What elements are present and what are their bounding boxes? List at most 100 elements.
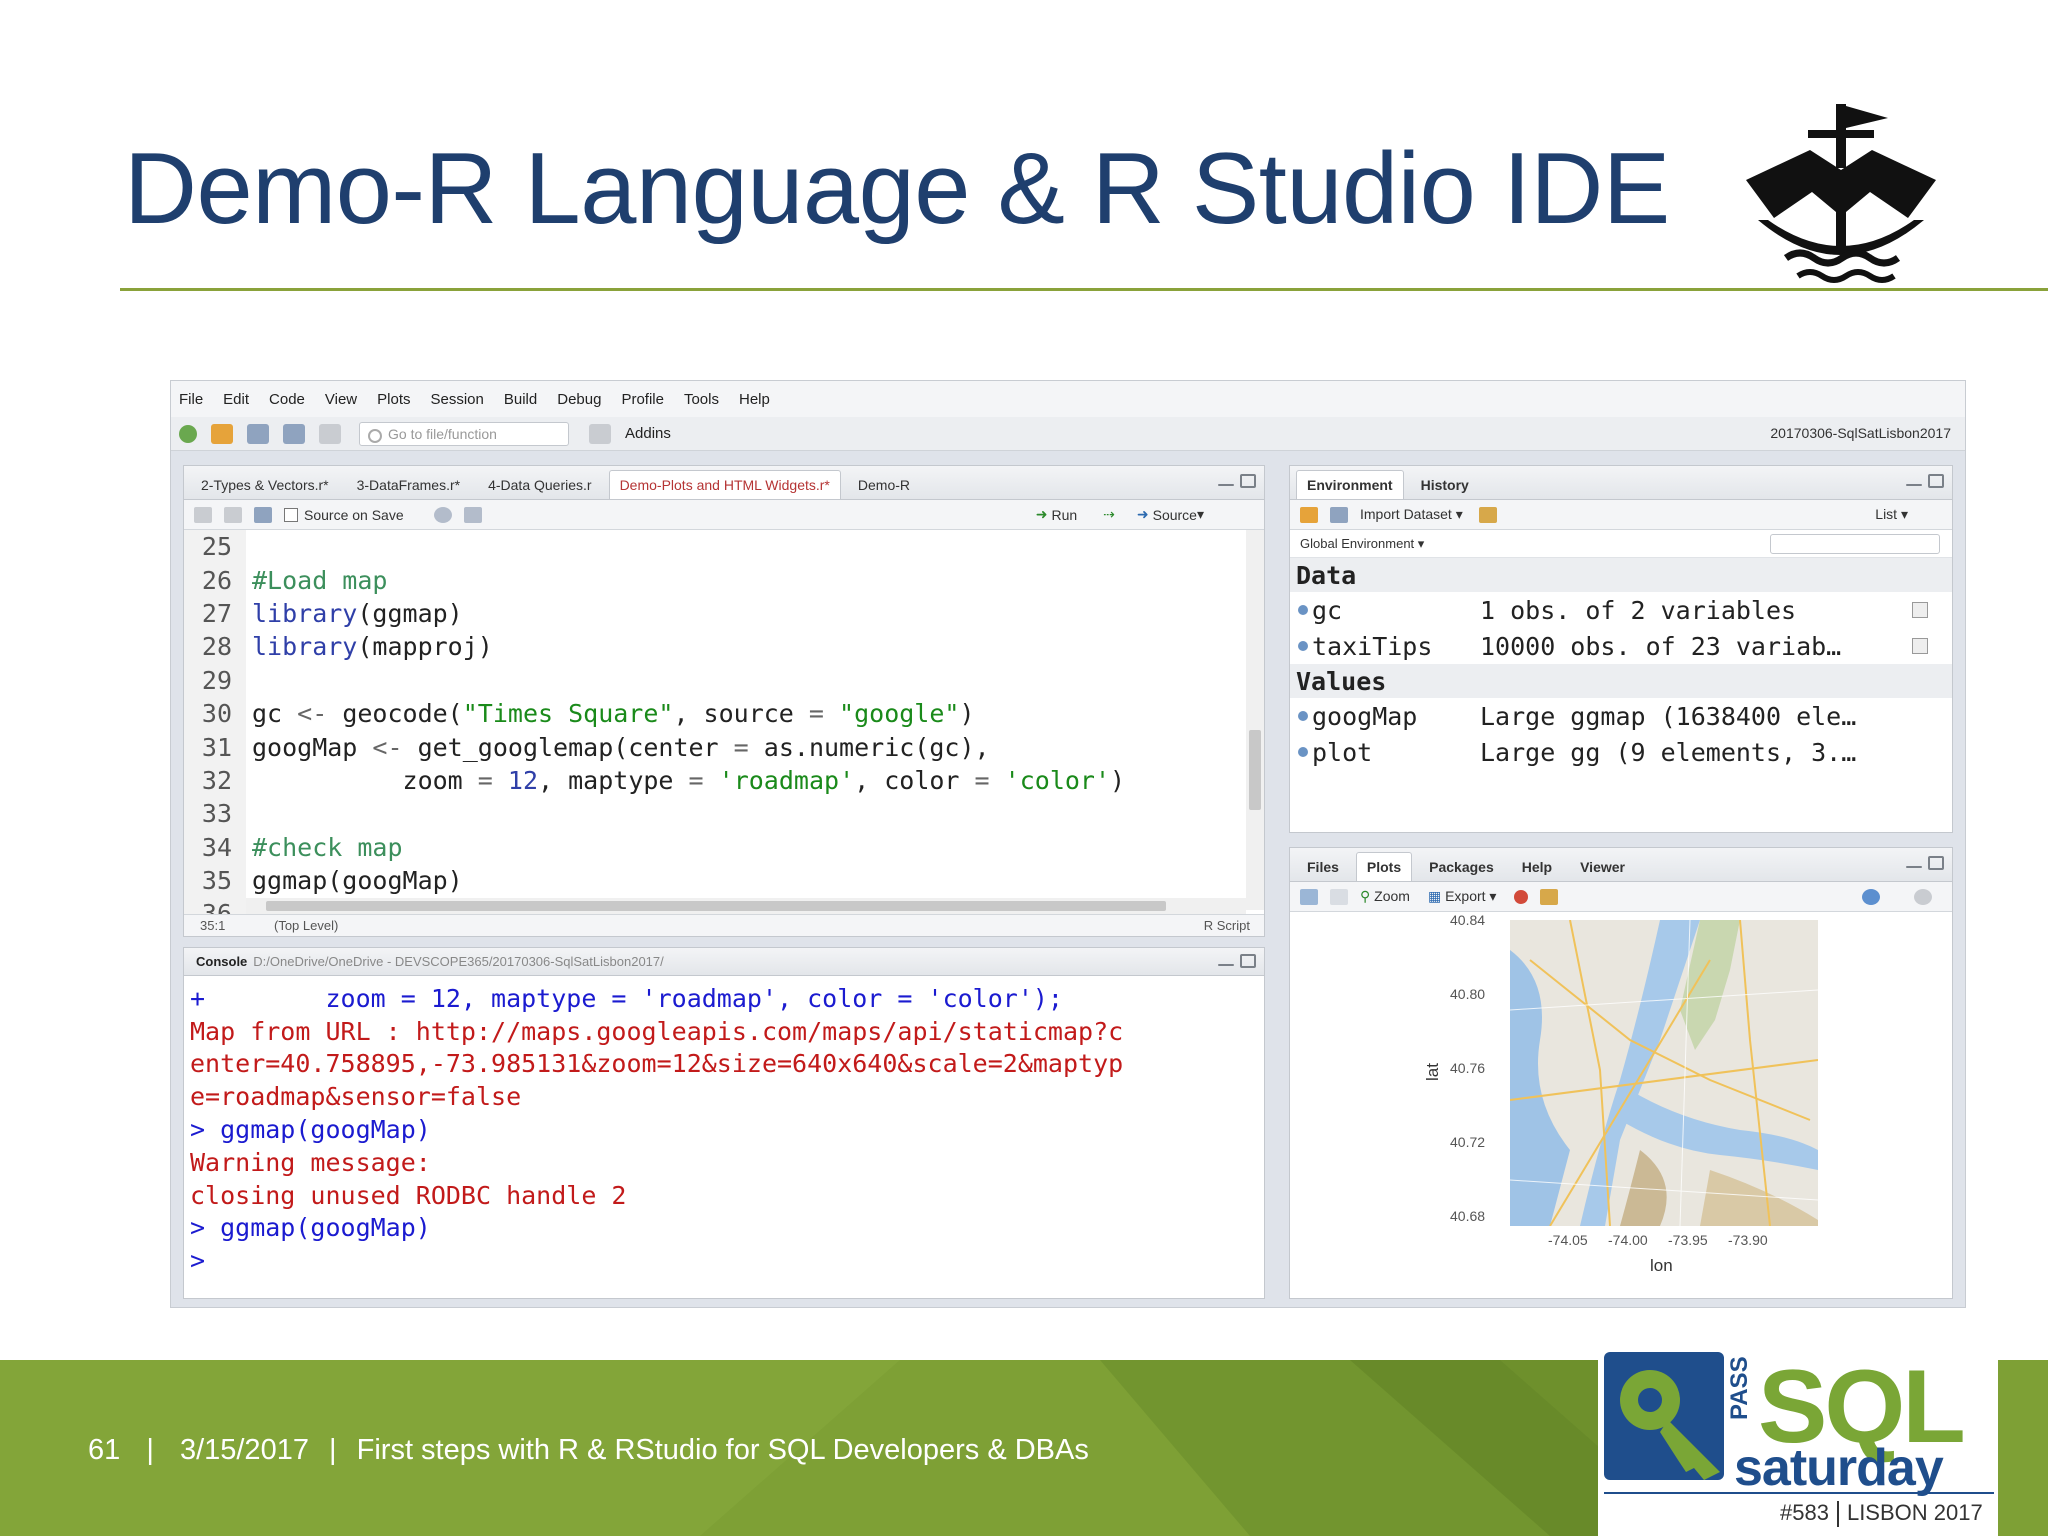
refresh-plot-icon[interactable]: [1914, 888, 1932, 905]
editor-window-controls[interactable]: [1218, 474, 1256, 488]
code-area[interactable]: 25 26 #Load map 27 library(ggmap) 28 library(m…: [184, 530, 1244, 931]
source-button[interactable]: ➜ Source ▾: [1137, 506, 1204, 523]
file-type[interactable]: R Script: [1204, 918, 1250, 933]
expand-icon[interactable]: [1298, 641, 1308, 651]
grid-layout-icon[interactable]: [589, 423, 611, 444]
expand-icon[interactable]: [1298, 711, 1308, 721]
publish-icon[interactable]: [1862, 888, 1880, 905]
tab-viewer[interactable]: Viewer: [1569, 852, 1636, 881]
new-file-icon[interactable]: [179, 424, 197, 443]
export-button[interactable]: ▦ Export ▾: [1428, 888, 1497, 905]
code-line[interactable]: 34 #check map: [184, 830, 1244, 864]
zoom-button[interactable]: ⚲ Zoom: [1360, 888, 1410, 905]
code-line[interactable]: 27 library(ggmap): [184, 596, 1244, 631]
menu-session[interactable]: Session: [431, 391, 484, 408]
slide-title: Demo-R Language & R Studio IDE: [124, 133, 1670, 245]
env-row-gc[interactable]: gc 1 obs. of 2 variables: [1290, 592, 1952, 628]
menu-view[interactable]: View: [325, 391, 357, 408]
load-workspace-icon[interactable]: [1300, 506, 1318, 523]
code-line[interactable]: 25: [184, 530, 1244, 564]
environment-toolbar: Import Dataset ▾ List ▾: [1290, 500, 1952, 530]
env-row-plot[interactable]: plot Large gg (9 elements, 3.…: [1290, 734, 1952, 770]
footer-separator: |: [146, 1434, 154, 1466]
plots-window-controls[interactable]: [1906, 856, 1944, 870]
view-table-icon[interactable]: [1912, 638, 1928, 654]
env-row-googmap[interactable]: googMap Large ggmap (1638400 ele…: [1290, 698, 1952, 734]
previous-plot-icon[interactable]: [1300, 888, 1318, 905]
source-on-save-checkbox[interactable]: [284, 507, 298, 522]
console-window-controls[interactable]: [1218, 954, 1256, 968]
x-axis-label: lon: [1650, 1256, 1673, 1275]
next-plot-icon[interactable]: [1330, 888, 1348, 905]
menu-profile[interactable]: Profile: [621, 391, 664, 408]
editor-vertical-scrollbar[interactable]: [1246, 530, 1264, 910]
open-project-icon[interactable]: [211, 423, 233, 444]
env-row-taxitips[interactable]: taxiTips 10000 obs. of 23 variab…: [1290, 628, 1952, 664]
menu-debug[interactable]: Debug: [557, 391, 601, 408]
expand-icon[interactable]: [1298, 747, 1308, 757]
tab-demo-r[interactable]: Demo-R: [847, 470, 921, 499]
menu-code[interactable]: Code: [269, 391, 305, 408]
tab-files[interactable]: Files: [1296, 852, 1350, 881]
console-output[interactable]: + zoom = 12, maptype = 'roadmap', color …: [184, 976, 1264, 1277]
code-line[interactable]: 32 zoom = 12, maptype = 'roadmap', color…: [184, 763, 1244, 798]
list-view-selector[interactable]: List ▾: [1875, 506, 1908, 523]
tab-help[interactable]: Help: [1511, 852, 1563, 881]
scope-selector[interactable]: Global Environment ▾: [1300, 536, 1424, 552]
show-in-window-icon[interactable]: [224, 506, 242, 523]
code-text: #check map: [252, 832, 403, 862]
remove-plot-icon[interactable]: [1514, 889, 1529, 904]
code-line[interactable]: 30 gc <- geocode("Times Square", source =…: [184, 696, 1244, 731]
tab-demo-plots-html-widgets[interactable]: Demo-Plots and HTML Widgets.r*: [608, 470, 841, 499]
save-file-icon[interactable]: [254, 506, 272, 523]
back-arrow-icon[interactable]: [194, 506, 212, 523]
code-line[interactable]: 26 #Load map: [184, 563, 1244, 597]
menu-plots[interactable]: Plots: [377, 391, 410, 408]
y-tick: 40.68: [1450, 1208, 1486, 1224]
project-selector[interactable]: 20170306-SqlSatLisbon2017: [1770, 425, 1951, 441]
code-text: library(ggmap): [252, 598, 463, 628]
code-line[interactable]: 31 googMap <- get_googlemap(center = as.n…: [184, 730, 1244, 764]
goto-file-input[interactable]: Go to file/function: [359, 421, 569, 446]
import-dataset-button[interactable]: Import Dataset ▾: [1360, 506, 1463, 523]
plot-canvas: 40.84 40.80 40.76 40.72 40.68 -74.05 -74…: [1290, 912, 1952, 1298]
menu-tools[interactable]: Tools: [684, 391, 719, 408]
tab-environment[interactable]: Environment: [1296, 470, 1404, 499]
code-line[interactable]: 35 ggmap(googMap): [184, 863, 1244, 898]
tab-history[interactable]: History: [1410, 470, 1480, 499]
menu-file[interactable]: File: [179, 391, 203, 408]
rerun-icon[interactable]: ⇢: [1103, 506, 1115, 523]
expand-icon[interactable]: [1298, 605, 1308, 615]
menu-help[interactable]: Help: [739, 391, 770, 408]
scope-level[interactable]: (Top Level): [264, 918, 338, 933]
line-number: 29: [184, 663, 246, 697]
tab-3-dataframes[interactable]: 3-DataFrames.r*: [346, 470, 471, 499]
code-line[interactable]: 29: [184, 663, 1244, 697]
menu-bar: File Edit Code View Plots Session Build …: [171, 381, 1965, 417]
print-icon[interactable]: [319, 423, 341, 444]
tab-packages[interactable]: Packages: [1418, 852, 1505, 881]
find-icon[interactable]: [433, 506, 452, 523]
view-table-icon[interactable]: [1912, 602, 1928, 618]
anchor-ship-logo: [1746, 104, 1936, 283]
clear-broom-icon[interactable]: [1478, 506, 1497, 523]
tab-4-data-queries[interactable]: 4-Data Queries.r: [477, 470, 602, 499]
addins-menu[interactable]: Addins: [625, 425, 671, 442]
menu-edit[interactable]: Edit: [223, 391, 249, 408]
menu-build[interactable]: Build: [504, 391, 537, 408]
save-all-icon[interactable]: [283, 423, 305, 444]
console-header: Console D:/OneDrive/OneDrive - DEVSCOPE3…: [184, 948, 1264, 976]
tab-2-types-vectors[interactable]: 2-Types & Vectors.r*: [190, 470, 340, 499]
tab-plots[interactable]: Plots: [1355, 852, 1413, 881]
code-line[interactable]: 33: [184, 797, 1244, 831]
environment-search-input[interactable]: [1770, 534, 1940, 554]
save-icon[interactable]: [247, 423, 269, 444]
code-line[interactable]: 28 library(mapproj): [184, 630, 1244, 664]
editor-tabs: 2-Types & Vectors.r* 3-DataFrames.r* 4-D…: [184, 466, 1264, 500]
code-tools-icon[interactable]: [463, 506, 482, 523]
environment-window-controls[interactable]: [1906, 474, 1944, 488]
save-workspace-icon[interactable]: [1330, 506, 1348, 523]
clear-plots-broom-icon[interactable]: [1540, 888, 1559, 905]
run-button[interactable]: ➜ Run: [1036, 506, 1077, 523]
editor-horizontal-scrollbar[interactable]: [246, 898, 1246, 914]
